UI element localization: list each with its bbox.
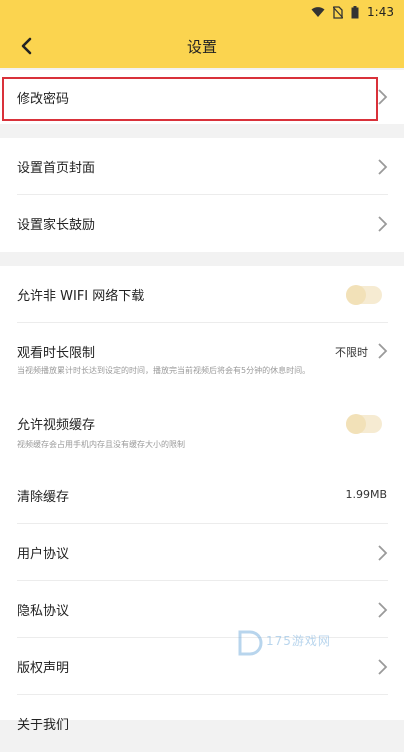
- watch-time-limit-value: 不限时: [335, 346, 368, 359]
- battery-icon: [351, 5, 359, 18]
- privacy-agreement-label: 隐私协议: [17, 604, 70, 619]
- watch-time-limit-row[interactable]: 观看时长限制 不限时 当视频播放累计时长达到设定的时间，播放完当前视频后将会有5…: [0, 323, 404, 395]
- watermark: 175游戏网: [236, 628, 356, 662]
- no-sim-icon: [333, 5, 344, 19]
- video-cache-desc: 视频缓存会占用手机内存且没有缓存大小的限制: [17, 440, 185, 449]
- video-cache-toggle[interactable]: [346, 414, 382, 434]
- account-group: 修改密码: [0, 70, 404, 124]
- parent-encourage-label: 设置家长鼓励: [17, 218, 96, 233]
- watch-time-limit-desc: 当视频播放累计时长达到设定的时间，播放完当前视频后将会有5分钟的休息时间。: [17, 366, 311, 375]
- clear-cache-size: 1.99MB: [345, 488, 387, 501]
- user-agreement-row[interactable]: 用户协议: [0, 524, 404, 581]
- change-password-row[interactable]: 修改密码: [0, 70, 404, 124]
- clear-cache-row[interactable]: 清除缓存 1.99MB: [0, 467, 404, 524]
- about-label: 关于我们: [17, 718, 70, 733]
- toggle-knob: [346, 285, 366, 305]
- page-title: 设置: [186, 38, 217, 56]
- watermark-logo-icon: [238, 630, 263, 656]
- about-row[interactable]: 关于我们: [0, 695, 404, 752]
- status-bar: 1:43: [0, 0, 404, 24]
- parent-encourage-row[interactable]: 设置家长鼓励: [0, 195, 404, 252]
- watch-time-limit-label: 观看时长限制: [17, 346, 96, 361]
- non-wifi-download-toggle[interactable]: [346, 285, 382, 305]
- copyright-label: 版权声明: [17, 661, 70, 676]
- chevron-right-icon: [378, 159, 388, 175]
- change-password-label: 修改密码: [17, 92, 70, 107]
- chevron-right-icon: [378, 545, 388, 561]
- status-icons: 1:43: [311, 4, 394, 20]
- chevron-right-icon: [378, 343, 388, 359]
- wifi-icon: [311, 7, 325, 17]
- non-wifi-download-row: 允许非 WIFI 网络下载: [0, 266, 404, 323]
- video-cache-label: 允许视频缓存: [17, 418, 96, 433]
- toggle-knob: [346, 414, 366, 434]
- home-settings-group: 设置首页封面 设置家长鼓励: [0, 138, 404, 252]
- user-agreement-label: 用户协议: [17, 547, 70, 562]
- home-cover-label: 设置首页封面: [17, 161, 96, 176]
- home-cover-row[interactable]: 设置首页封面: [0, 138, 404, 195]
- clear-cache-label: 清除缓存: [17, 490, 70, 505]
- non-wifi-download-label: 允许非 WIFI 网络下载: [17, 289, 145, 304]
- video-cache-row: 允许视频缓存 视频缓存会占用手机内存且没有缓存大小的限制: [0, 395, 404, 467]
- chevron-right-icon: [378, 89, 388, 105]
- watermark-text: 175游戏网: [266, 634, 331, 648]
- status-time: 1:43: [367, 5, 394, 19]
- chevron-right-icon: [378, 216, 388, 232]
- chevron-right-icon: [378, 602, 388, 618]
- chevron-right-icon: [378, 659, 388, 675]
- app-bar: 设置: [0, 24, 404, 68]
